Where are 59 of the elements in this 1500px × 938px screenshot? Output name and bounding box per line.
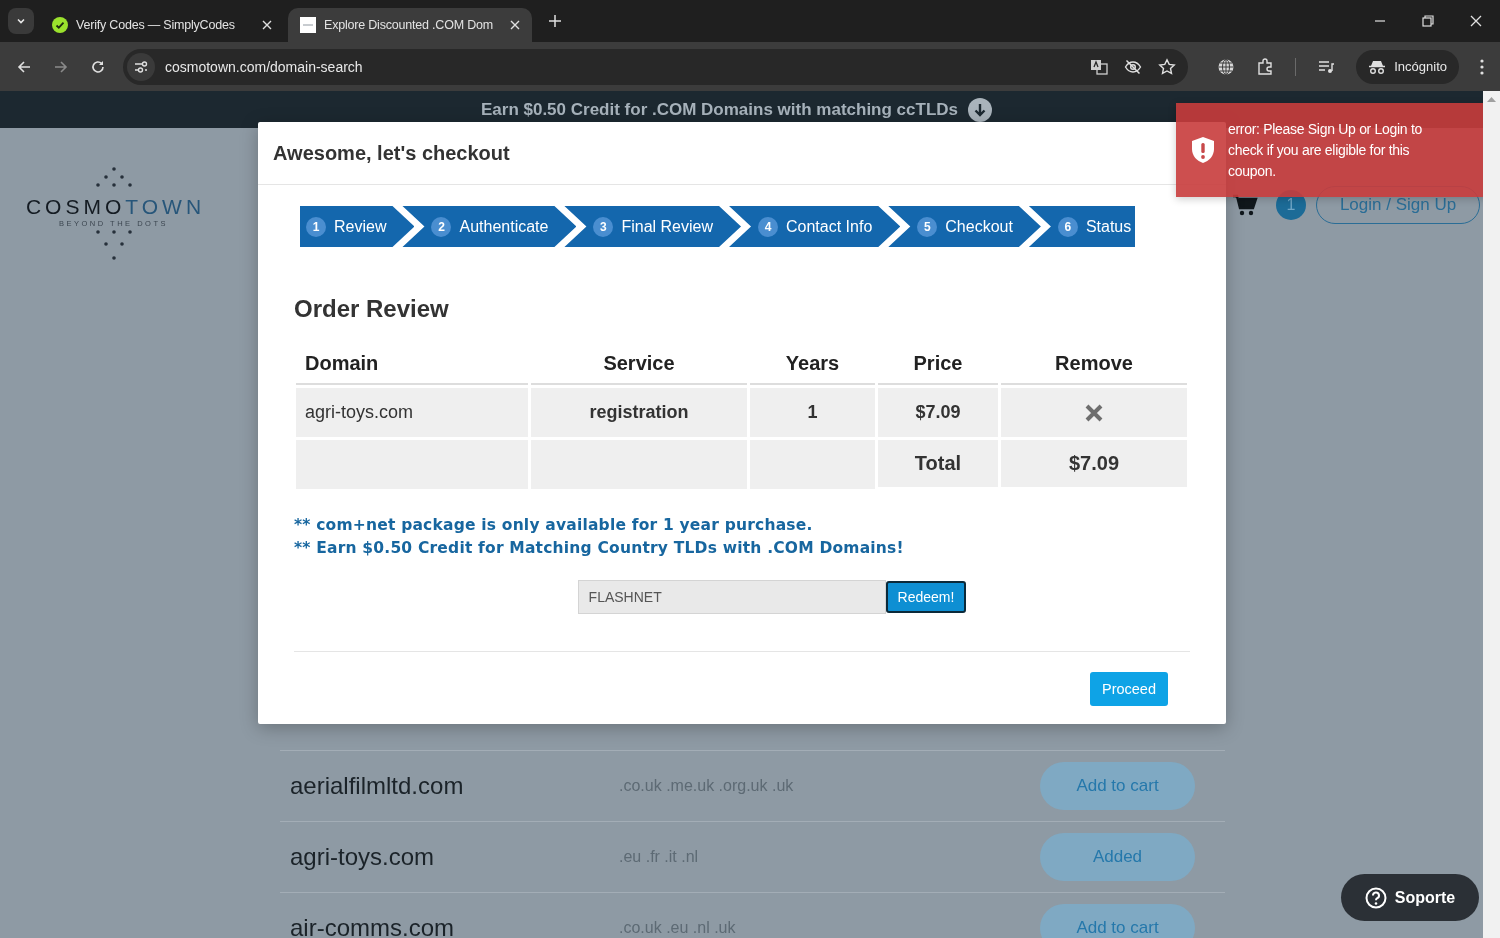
url-text: cosmotown.com/domain-search xyxy=(165,58,363,75)
table-cell: Total xyxy=(878,440,998,487)
tab-list-button[interactable] xyxy=(8,8,34,34)
remove-x-icon[interactable] xyxy=(1085,403,1103,422)
more-menu-icon[interactable] xyxy=(1480,58,1484,75)
coupon-input[interactable]: FLASHNET xyxy=(577,580,886,614)
scrollbar[interactable] xyxy=(1483,91,1500,938)
back-arrow-icon[interactable] xyxy=(16,58,32,75)
tab-title: Explore Discounted .COM Dom xyxy=(324,18,494,32)
table-cell: 1 xyxy=(750,388,875,437)
site-settings-icon[interactable] xyxy=(127,52,155,81)
progress-step: 5 Checkout xyxy=(888,206,1041,247)
logo-wordmark[interactable]: COSMOTOWN xyxy=(25,196,206,218)
error-message: error: Please Sign Up or Login to check if you are eligible for this coupon. xyxy=(1228,119,1423,181)
close-icon[interactable] xyxy=(510,20,520,30)
progress-step: 4 Contact Info xyxy=(729,206,901,247)
column-header: Domain xyxy=(296,343,528,385)
domain-name: aerialfilmltd.com xyxy=(289,772,465,800)
progress-step: 6 Status xyxy=(1028,206,1136,247)
star-icon[interactable] xyxy=(1158,57,1177,76)
section-heading: Order Review xyxy=(294,295,450,323)
domain-name: air-comms.com xyxy=(289,914,455,938)
incognito-profile-button[interactable]: Incógnito xyxy=(1356,49,1459,84)
address-bar[interactable]: cosmotown.com/domain-search xyxy=(123,48,1189,85)
table-cell: $7.09 xyxy=(1001,440,1187,487)
restore-icon[interactable] xyxy=(1422,15,1434,27)
check-badge-icon xyxy=(52,17,68,33)
table-cell: agri-toys.com xyxy=(296,388,528,437)
tab-title: Verify Codes — SimplyCodes xyxy=(76,18,236,32)
incognito-icon xyxy=(1368,58,1387,75)
redeem-button[interactable]: Redeem! xyxy=(885,581,967,613)
reload-icon[interactable] xyxy=(90,58,106,75)
column-header: Remove xyxy=(1001,343,1187,385)
help-icon xyxy=(1364,886,1387,909)
page-favicon-icon xyxy=(300,17,316,33)
domain-name: agri-toys.com xyxy=(289,843,436,871)
close-icon[interactable] xyxy=(1470,15,1482,27)
progress-step: 2 Authenticate xyxy=(402,206,577,247)
support-button[interactable]: Soporte xyxy=(1341,874,1479,921)
browser-tab[interactable]: Explore Discounted .COM Dom xyxy=(288,8,532,42)
puzzle-icon[interactable] xyxy=(1256,57,1275,76)
dialog-title: Awesome, let's checkout xyxy=(273,141,510,165)
close-icon[interactable] xyxy=(262,20,272,30)
globe-icon[interactable] xyxy=(1217,57,1236,76)
column-header: Service xyxy=(531,343,747,385)
translate-icon[interactable] xyxy=(1090,57,1109,76)
table-cell: $7.09 xyxy=(878,388,998,437)
new-tab-icon[interactable] xyxy=(548,14,562,28)
shield-alert-icon xyxy=(1190,136,1216,164)
note-text: ** Earn $0.50 Credit for Matching Country TLDs with .COM Domains! xyxy=(294,538,905,559)
eye-slash-icon[interactable] xyxy=(1124,57,1143,76)
table-cell: registration xyxy=(531,388,747,437)
column-header: Years xyxy=(750,343,875,385)
note-text: ** com+net package is only available for 1 year purchase. xyxy=(294,515,814,536)
banner-text: Earn $0.50 Credit for .COM Domains with matching ccTLDs xyxy=(480,99,958,120)
progress-step: 3 Final Review xyxy=(564,206,741,247)
browser-tab[interactable]: Verify Codes — SimplyCodes xyxy=(40,8,284,42)
column-header: Price xyxy=(878,343,998,385)
forward-arrow-icon[interactable] xyxy=(53,58,69,75)
